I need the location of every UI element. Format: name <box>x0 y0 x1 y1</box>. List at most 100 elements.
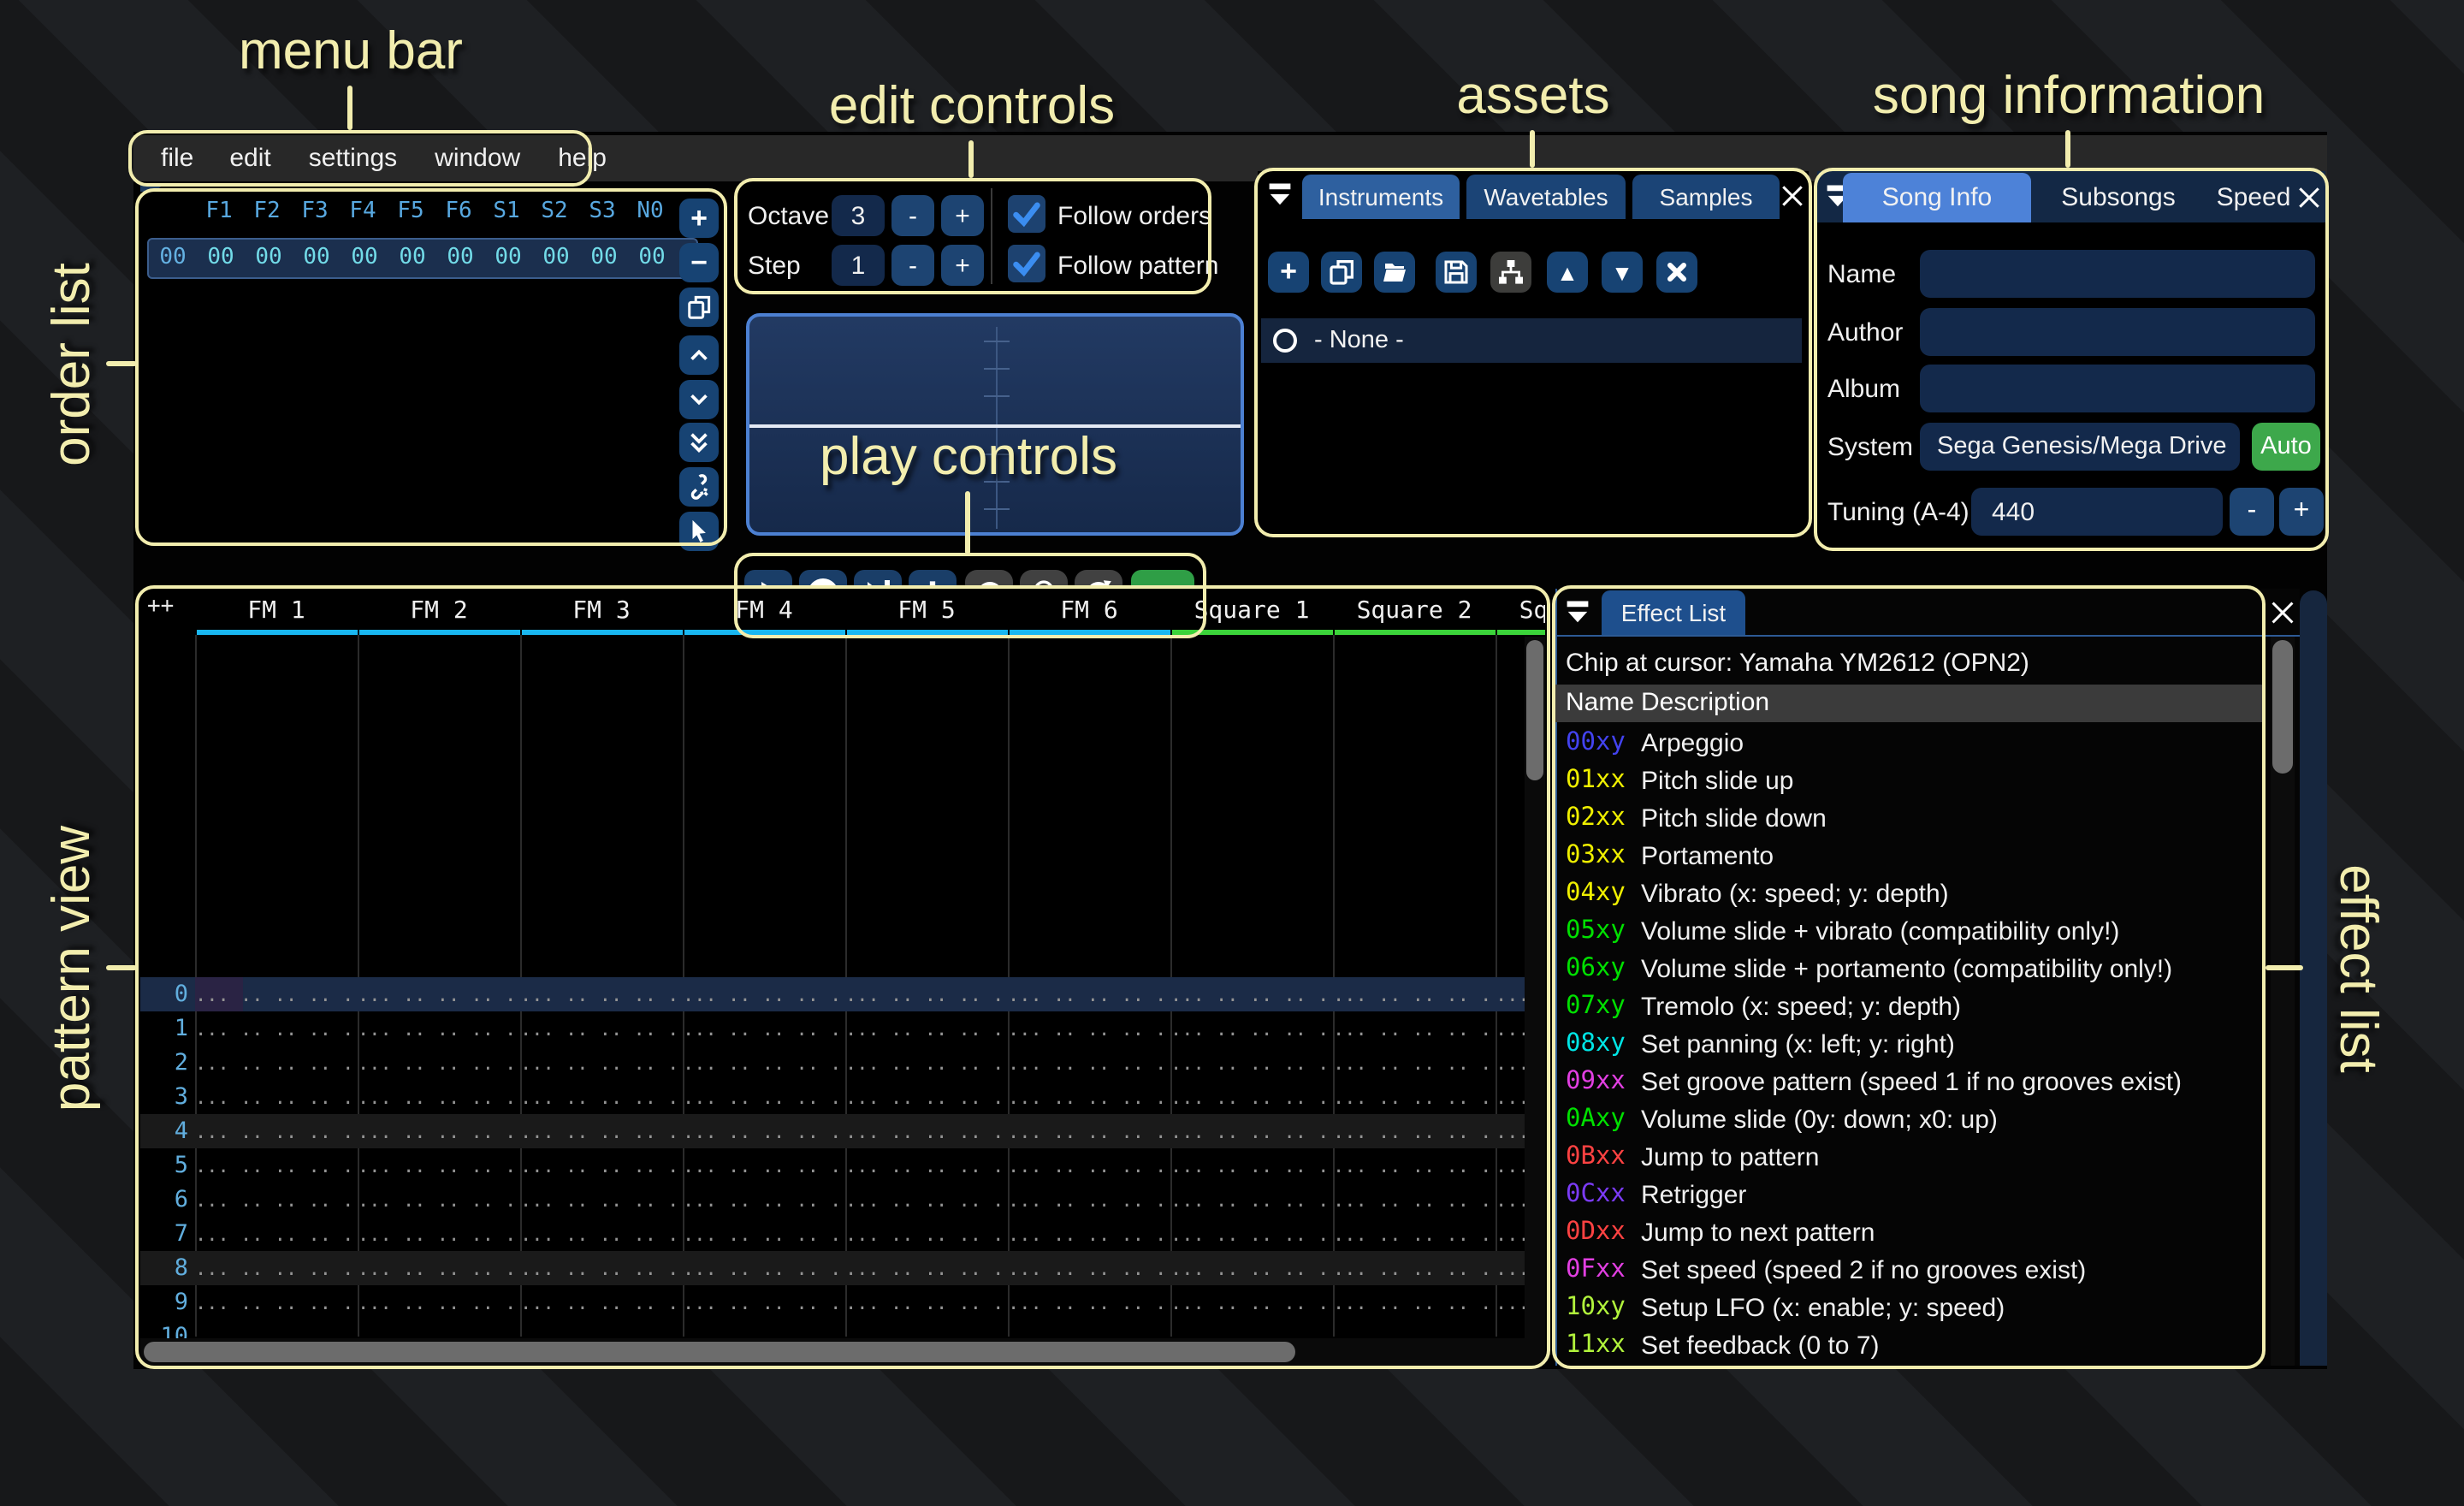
pattern-cell[interactable]: ... .. .. .. .. <box>358 1118 520 1147</box>
channel-header-fm-1[interactable]: FM 1 <box>195 597 358 626</box>
system-auto-button[interactable]: Auto <box>2252 423 2320 471</box>
pattern-cell[interactable]: ... .. .. .. .. <box>358 1049 520 1078</box>
effect-row[interactable]: 01xx Pitch slide up <box>1555 763 2262 801</box>
assets-tree-button[interactable] <box>1490 252 1531 293</box>
channel-header-fm-2[interactable]: FM 2 <box>358 597 520 626</box>
order-duplicate-end-button[interactable] <box>679 423 719 462</box>
pattern-cell[interactable]: ... .. .. .. .. <box>358 1220 520 1249</box>
pattern-hscrollbar[interactable] <box>140 1338 1545 1366</box>
pattern-cell[interactable]: ... .. .. .. .. <box>1333 981 1496 1010</box>
tab-instruments[interactable]: Instruments <box>1302 175 1460 219</box>
order-cell[interactable]: 00 <box>484 245 532 270</box>
order-edit-mode-button[interactable] <box>679 512 719 551</box>
pattern-cell[interactable]: ... .. .. .. .. <box>195 1289 358 1318</box>
pattern-cell[interactable]: ... .. .. .. .. <box>195 1254 358 1284</box>
pattern-cell[interactable]: ... .. .. .. .. <box>520 1049 683 1078</box>
pattern-cell[interactable]: ... .. .. .. .. <box>520 1289 683 1318</box>
assets-down-button[interactable]: ▼ <box>1602 252 1643 293</box>
pattern-cell[interactable]: ... .. .. .. .. <box>1170 1049 1333 1078</box>
menu-item-window[interactable]: window <box>416 144 539 173</box>
follow-pattern-checkbox[interactable] <box>1008 245 1045 282</box>
effect-row[interactable]: 09xx Set groove pattern (speed 1 if no gr… <box>1555 1064 2262 1102</box>
order-cell[interactable]: 00 <box>532 245 580 270</box>
pattern-cell[interactable]: ... .. .. .. .. <box>195 1220 358 1249</box>
order-deep-clone-button[interactable] <box>679 467 719 507</box>
pattern-cell[interactable]: ... .. .. .. .. <box>683 1118 845 1147</box>
pattern-cell[interactable]: ... .. .. .. .. <box>683 1015 845 1044</box>
effect-row[interactable]: 0Fxx Set speed (speed 2 if no grooves exi… <box>1555 1253 2262 1290</box>
pattern-cell[interactable]: ... .. .. .. .. <box>1008 1186 1170 1215</box>
pattern-cell[interactable]: ... .. .. .. .. <box>683 1049 845 1078</box>
effect-row[interactable]: 00xy Arpeggio <box>1555 726 2262 763</box>
pattern-cell[interactable]: ... .. .. .. .. <box>845 1289 1008 1318</box>
pattern-cell[interactable]: ... .. .. .. .. <box>195 1186 358 1215</box>
pattern-row[interactable]: 6... .. .. .. ..... .. .. .. ..... .. ..… <box>140 1183 1545 1217</box>
effect-row[interactable]: 0Dxx Jump to next pattern <box>1555 1215 2262 1253</box>
pattern-cell[interactable]: ... .. .. .. .. <box>1333 1254 1496 1284</box>
pattern-cell[interactable]: ... .. .. .. .. <box>683 1220 845 1249</box>
pattern-cell[interactable]: ... .. .. .. .. <box>1170 1083 1333 1112</box>
pattern-cell[interactable]: ... .. .. .. .. <box>1333 1289 1496 1318</box>
pattern-cell[interactable]: ... .. .. .. .. <box>195 1015 358 1044</box>
pattern-cell[interactable]: ... .. .. .. .. <box>1170 1118 1333 1147</box>
pattern-cell[interactable]: ... .. .. .. .. <box>1170 1220 1333 1249</box>
window-collapse-icon[interactable] <box>1265 180 1295 210</box>
window-collapse-icon[interactable] <box>1562 597 1593 628</box>
effect-row[interactable]: 04xy Vibrato (x: speed; y: depth) <box>1555 876 2262 914</box>
pattern-cell[interactable]: ... .. .. .. .. <box>358 1254 520 1284</box>
pattern-cell[interactable]: ... .. .. .. .. <box>358 1289 520 1318</box>
effect-row[interactable]: 0Bxx Jump to pattern <box>1555 1140 2262 1177</box>
pattern-cell[interactable]: ... .. .. .. .. <box>1170 981 1333 1010</box>
system-combo[interactable]: Sega Genesis/Mega Drive <box>1920 423 2240 471</box>
tab-samples[interactable]: Samples <box>1632 175 1780 219</box>
assets-save-button[interactable] <box>1436 252 1477 293</box>
effect-row[interactable]: 03xx Portamento <box>1555 839 2262 876</box>
pattern-row[interactable]: 8... .. .. .. ..... .. .. .. ..... .. ..… <box>140 1251 1545 1285</box>
pattern-cell[interactable]: ... .. .. .. .. <box>1008 1289 1170 1318</box>
order-move-down-button[interactable] <box>679 380 719 419</box>
assets-duplicate-button[interactable] <box>1321 252 1362 293</box>
pattern-cell[interactable]: ... .. .. .. .. <box>520 981 683 1010</box>
menu-item-file[interactable]: file <box>144 144 210 173</box>
pattern-vscrollbar[interactable] <box>1525 637 1545 1338</box>
channel-header-fm-4[interactable]: FM 4 <box>683 597 845 626</box>
step-input[interactable]: 1 <box>832 245 885 286</box>
pattern-cell[interactable]: ... .. .. .. .. <box>520 1220 683 1249</box>
order-cell[interactable]: 00 <box>293 245 341 270</box>
tab-effect-list[interactable]: Effect List <box>1602 590 1745 635</box>
song-info-close-button[interactable] <box>2296 185 2322 210</box>
step-plus-button[interactable]: + <box>941 245 984 286</box>
scroll-thumb[interactable] <box>2272 640 2293 774</box>
follow-orders-checkbox[interactable] <box>1008 195 1045 233</box>
assets-add-button[interactable]: + <box>1268 252 1309 293</box>
pattern-cell[interactable]: ... .. .. .. .. <box>358 1152 520 1181</box>
pattern-cell[interactable]: ... .. .. .. .. <box>683 1186 845 1215</box>
order-duplicate-button[interactable] <box>679 288 719 327</box>
pattern-cell[interactable]: ... .. .. .. .. <box>1008 1083 1170 1112</box>
pattern-row[interactable]: 5... .. .. .. ..... .. .. .. ..... .. ..… <box>140 1148 1545 1183</box>
effect-row[interactable]: 02xx Pitch slide down <box>1555 801 2262 839</box>
step-minus-button[interactable]: - <box>891 245 934 286</box>
pattern-row[interactable]: 9... .. .. .. ..... .. .. .. ..... .. ..… <box>140 1285 1545 1319</box>
tuning-plus-button[interactable]: + <box>2279 488 2324 536</box>
author-field[interactable] <box>1920 308 2315 356</box>
effect-list-close-button[interactable] <box>2269 599 2296 626</box>
pattern-cell[interactable]: ... .. .. .. .. <box>358 1015 520 1044</box>
pattern-cell[interactable]: ... .. .. .. .. <box>358 981 520 1010</box>
effect-row[interactable]: 0Axy Volume slide (0y: down; x0: up) <box>1555 1102 2262 1140</box>
pattern-cell[interactable]: ... .. .. .. .. <box>845 1254 1008 1284</box>
pattern-cell[interactable]: ... .. .. .. .. <box>845 1083 1008 1112</box>
pattern-cell[interactable]: ... .. .. .. .. <box>683 981 845 1010</box>
menu-item-edit[interactable]: edit <box>210 144 289 173</box>
tab-song-info[interactable]: Song Info <box>1843 173 2031 222</box>
pattern-cell[interactable]: ... .. .. .. .. <box>845 981 1008 1010</box>
pattern-cell[interactable]: ... .. .. .. .. <box>195 1118 358 1147</box>
effect-row[interactable]: 0Cxx Retrigger <box>1555 1177 2262 1215</box>
assets-up-button[interactable]: ▲ <box>1547 252 1588 293</box>
album-field[interactable] <box>1920 365 2315 412</box>
pattern-cell[interactable]: ... .. .. .. .. <box>683 1152 845 1181</box>
pattern-cell[interactable]: ... .. .. .. .. <box>1333 1049 1496 1078</box>
channel-header-square-1[interactable]: Square 1 <box>1170 597 1333 626</box>
pattern-cell[interactable]: ... .. .. .. .. <box>1170 1015 1333 1044</box>
pattern-cell[interactable]: ... .. .. .. .. <box>195 1152 358 1181</box>
